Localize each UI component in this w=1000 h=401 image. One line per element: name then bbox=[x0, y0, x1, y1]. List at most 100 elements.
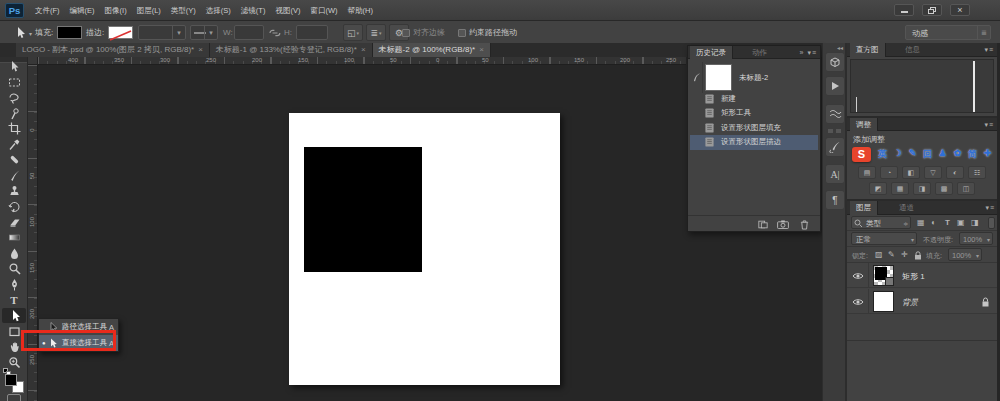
layer-name[interactable]: 矩形 1 bbox=[902, 271, 925, 282]
ime-icon[interactable]: 回 bbox=[920, 148, 935, 161]
filter-pixel-icon[interactable]: ▦ bbox=[917, 218, 925, 227]
ime-icon[interactable]: ✚ bbox=[980, 148, 995, 161]
adjustment-icon-bw[interactable]: ◩ bbox=[869, 182, 887, 195]
foreground-color-swatch[interactable] bbox=[5, 374, 17, 386]
fill-combo[interactable]: 100%▾ bbox=[948, 248, 982, 261]
panel-collapse-icon[interactable]: » bbox=[800, 49, 805, 56]
gradient-tool[interactable] bbox=[3, 230, 25, 245]
adjustment-icon-hue[interactable]: ◐ bbox=[946, 166, 964, 179]
layer-visibility-toggle[interactable] bbox=[847, 263, 869, 288]
ime-icon[interactable]: ✎ bbox=[905, 148, 920, 161]
ime-toolbar[interactable]: S 英☽✎回♟✿简✚ bbox=[852, 146, 995, 163]
history-state-row[interactable]: 设置形状图层填充 bbox=[690, 120, 818, 135]
tab-close-icon[interactable]: × bbox=[198, 43, 203, 57]
bg-layer-name[interactable]: 背景 bbox=[902, 297, 918, 308]
menu-item[interactable]: 图层(L) bbox=[132, 0, 166, 21]
channels-tab[interactable]: 通道 bbox=[893, 201, 920, 215]
layer-row-background[interactable]: 背景 bbox=[847, 289, 998, 314]
layer-row-rect[interactable]: 矩形 1 bbox=[847, 263, 998, 288]
history-state-row[interactable]: 矩形工具 bbox=[690, 106, 818, 121]
constrain-drag-checkbox[interactable] bbox=[458, 29, 466, 37]
filter-adjustment-icon[interactable]: ◐ bbox=[931, 218, 936, 227]
layers-menu-icon[interactable]: ▾≡ bbox=[985, 204, 995, 211]
menu-item[interactable]: 滤镜(T) bbox=[236, 0, 271, 21]
tab-close-icon[interactable]: × bbox=[361, 43, 366, 57]
history-state-row[interactable]: 新建 bbox=[690, 91, 818, 106]
ime-icon[interactable]: 英 bbox=[875, 148, 890, 161]
stroke-swatch[interactable] bbox=[108, 26, 133, 39]
document-tab[interactable]: 未标题-1 @ 133%(经验专登记, RGB/8)*× bbox=[210, 43, 373, 57]
history-tab[interactable]: 历史记录 bbox=[690, 46, 733, 59]
menu-item[interactable]: 图像(I) bbox=[100, 0, 132, 21]
lock-all-icon[interactable] bbox=[914, 251, 922, 260]
adjustment-icon-vibrance[interactable]: ▽ bbox=[924, 166, 942, 179]
marquee-tool[interactable] bbox=[3, 75, 25, 90]
ime-icon[interactable]: ☽ bbox=[890, 148, 905, 161]
panel-icon-clone-source[interactable] bbox=[825, 104, 845, 124]
document-tab[interactable]: LOGO - 副本.psd @ 100%(图层 2 拷贝, RGB/8)*× bbox=[16, 43, 210, 57]
link-dimensions-icon[interactable] bbox=[269, 29, 281, 37]
adjustments-tab[interactable]: 调整 bbox=[850, 118, 878, 131]
crop-tool[interactable] bbox=[3, 121, 25, 136]
brush-tool[interactable] bbox=[3, 168, 25, 183]
delete-state-icon[interactable] bbox=[800, 220, 809, 230]
new-snapshot-icon[interactable] bbox=[777, 220, 789, 229]
adjustment-icon-invert[interactable]: ◫ bbox=[957, 182, 975, 195]
layer-thumbnail[interactable] bbox=[873, 265, 894, 286]
bg-layer-thumbnail[interactable] bbox=[873, 291, 894, 312]
ime-icon[interactable]: ✿ bbox=[950, 148, 965, 161]
document-tab[interactable]: 未标题-2 @ 100%(RGB/8)*× bbox=[373, 43, 491, 57]
tool-preset-dropdown[interactable]: ▾ bbox=[29, 30, 32, 37]
layer-filter-combo[interactable]: 类型 ≑ bbox=[851, 216, 911, 229]
info-tab[interactable]: 信息 bbox=[899, 43, 926, 57]
menu-item[interactable]: 窗口(W) bbox=[305, 0, 342, 21]
blur-tool[interactable] bbox=[3, 246, 25, 261]
stroke-type-combo[interactable]: ▾ bbox=[190, 25, 218, 40]
black-rectangle-shape[interactable] bbox=[304, 147, 422, 272]
panel-icon-properties[interactable] bbox=[825, 52, 845, 72]
width-input[interactable] bbox=[234, 25, 264, 40]
path-selection-tool[interactable] bbox=[2, 308, 26, 323]
adjustment-icon-channelmixer[interactable]: ◨ bbox=[913, 182, 931, 195]
layer-visibility-toggle-bg[interactable] bbox=[847, 289, 869, 314]
stroke-width-combo[interactable]: ▾ bbox=[138, 25, 186, 40]
filter-toggle[interactable] bbox=[988, 217, 995, 229]
panel-icon-actions[interactable] bbox=[825, 76, 845, 96]
adjustment-icon-lookup[interactable]: ▩ bbox=[935, 182, 953, 195]
path-alignment-button[interactable]: ≣▾ bbox=[366, 24, 386, 41]
sogou-logo[interactable]: S bbox=[852, 147, 871, 162]
filter-shape-icon[interactable]: ▣ bbox=[957, 218, 965, 227]
pen-tool[interactable] bbox=[3, 277, 25, 292]
filter-type-icon[interactable]: T bbox=[945, 218, 950, 227]
histogram-tab[interactable]: 直方图 bbox=[850, 43, 886, 57]
history-snapshot-row[interactable]: 未标题-2 bbox=[690, 62, 818, 93]
healing-brush-tool[interactable] bbox=[3, 152, 25, 167]
workspace-selector[interactable]: 动感 ≣ bbox=[905, 25, 991, 40]
dodge-tool[interactable] bbox=[3, 261, 25, 276]
layers-tab[interactable]: 图层 bbox=[850, 201, 878, 215]
clone-stamp-tool[interactable] bbox=[3, 183, 25, 198]
eraser-tool[interactable] bbox=[3, 215, 25, 230]
move-tool[interactable] bbox=[3, 59, 25, 74]
quick-selection-tool[interactable] bbox=[3, 106, 25, 121]
history-brush-tool[interactable] bbox=[3, 199, 25, 214]
menu-item[interactable]: 文件(F) bbox=[30, 0, 65, 21]
adjustments-menu-icon[interactable]: ▾≡ bbox=[984, 121, 994, 128]
lock-position-icon[interactable]: ✛ bbox=[901, 250, 908, 259]
lock-pixels-icon[interactable]: ✎ bbox=[888, 250, 895, 259]
expand-panels-icon[interactable]: ◂◂ bbox=[837, 44, 843, 51]
canvas-artboard[interactable] bbox=[289, 113, 560, 385]
history-source-icon[interactable] bbox=[690, 62, 703, 93]
actions-tab[interactable]: 动作 bbox=[746, 46, 773, 59]
path-operations-button[interactable]: ◱▾ bbox=[343, 24, 363, 41]
ime-icon[interactable]: 简 bbox=[965, 148, 980, 161]
panel-icon-paragraph[interactable]: ¶ bbox=[825, 190, 845, 210]
quick-mask-button[interactable] bbox=[7, 394, 21, 401]
eyedropper-tool[interactable] bbox=[3, 137, 25, 152]
opacity-combo[interactable]: 100%▾ bbox=[959, 232, 993, 245]
type-tool[interactable]: T bbox=[3, 292, 25, 307]
panel-icon-brush[interactable] bbox=[825, 137, 845, 157]
fill-swatch[interactable] bbox=[57, 26, 82, 39]
tab-close-icon[interactable]: × bbox=[479, 43, 484, 57]
lasso-tool[interactable] bbox=[3, 90, 25, 105]
